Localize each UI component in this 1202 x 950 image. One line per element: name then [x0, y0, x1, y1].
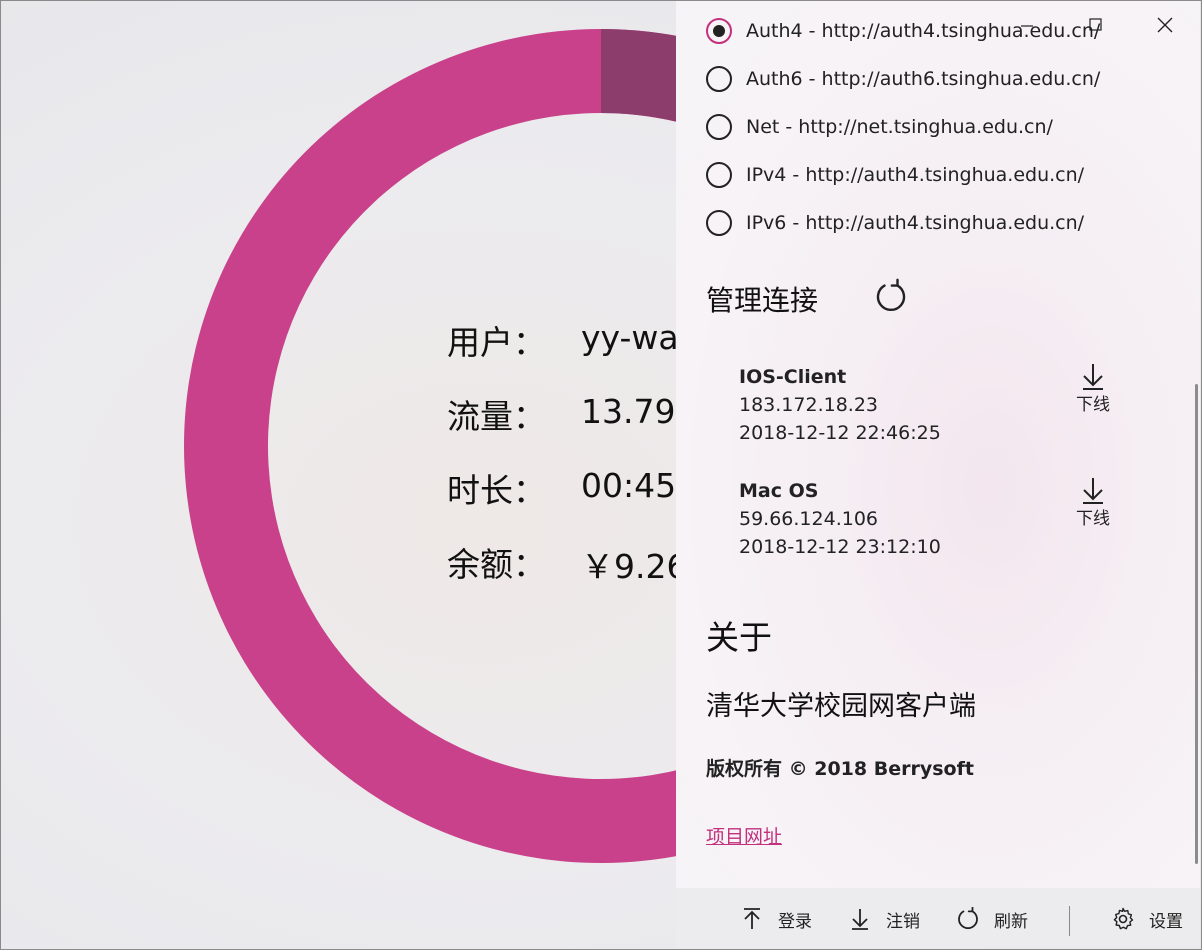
- connection-item-macos: Mac OS 59.66.124.106 2018-12-12 23:12:10: [739, 477, 941, 561]
- server-option-net[interactable]: Net - http://net.tsinghua.edu.cn/: [706, 111, 1053, 143]
- download-arrow-icon: [852, 909, 868, 930]
- offline-button-macos[interactable]: 下线: [1071, 476, 1115, 529]
- vertical-scrollbar[interactable]: [1195, 384, 1198, 864]
- server-option-ipv6[interactable]: IPv6 - http://auth4.tsinghua.edu.cn/: [706, 207, 1084, 239]
- radio-button-checked[interactable]: [706, 18, 732, 44]
- connection-ip: 183.172.18.23: [739, 394, 879, 416]
- radio-button[interactable]: [706, 210, 732, 236]
- offline-label: 下线: [1076, 395, 1110, 415]
- server-option-label: IPv4 - http://auth4.tsinghua.edu.cn/: [746, 164, 1085, 186]
- server-option-label: Auth6 - http://auth6.tsinghua.edu.cn/: [746, 68, 1101, 90]
- copyright-text: 版权所有 © 2018 Berrysoft: [706, 758, 974, 780]
- balance-label: 余额：: [447, 545, 546, 584]
- radio-button[interactable]: [706, 66, 732, 92]
- manage-connections-title: 管理连接: [706, 284, 819, 317]
- traffic-label: 流量：: [447, 397, 546, 436]
- refresh-connections-icon[interactable]: [872, 278, 910, 316]
- connection-name: Mac OS: [739, 480, 819, 502]
- command-bar: 登录 注销 刷新 设置: [676, 888, 1200, 948]
- project-url-link[interactable]: 项目网址: [706, 822, 782, 849]
- server-option-label: Auth4 - http://auth4.tsinghua.edu.cn/: [746, 20, 1101, 42]
- offline-label: 下线: [1076, 509, 1110, 529]
- server-option-label: Net - http://net.tsinghua.edu.cn/: [746, 116, 1053, 138]
- upload-arrow-icon: [744, 908, 760, 929]
- user-value: yy-wa: [581, 318, 676, 357]
- download-arrow-icon: [1083, 478, 1103, 504]
- traffic-value: 13.79: [581, 392, 676, 431]
- close-icon[interactable]: [1150, 10, 1180, 40]
- about-title: 关于: [706, 618, 772, 657]
- balance-value: ￥9.26: [581, 547, 676, 586]
- account-info: 用户： yy-wa 流量： 13.79 时长： 00:45: 余额： ￥9.26: [0, 0, 676, 950]
- settings-label: 设置: [1149, 911, 1183, 932]
- login-label: 登录: [778, 911, 812, 932]
- refresh-icon: [958, 907, 978, 930]
- server-option-auth6[interactable]: Auth6 - http://auth6.tsinghua.edu.cn/: [706, 63, 1100, 95]
- settings-button[interactable]: 设置: [1111, 904, 1183, 934]
- connection-time: 2018-12-12 23:12:10: [739, 536, 941, 558]
- connection-item-ios: IOS-Client 183.172.18.23 2018-12-12 22:4…: [739, 363, 941, 447]
- duration-label: 时长：: [447, 471, 546, 510]
- connection-name: IOS-Client: [739, 366, 847, 388]
- offline-button-ios[interactable]: 下线: [1071, 362, 1115, 415]
- server-option-ipv4[interactable]: IPv4 - http://auth4.tsinghua.edu.cn/: [706, 159, 1084, 191]
- connection-time: 2018-12-12 22:46:25: [739, 422, 941, 444]
- settings-pane: Auth4 - http://auth4.tsinghua.edu.cn/ Au…: [676, 0, 1200, 888]
- maximize-icon[interactable]: [1080, 10, 1110, 40]
- duration-value: 00:45:: [581, 466, 676, 505]
- minimize-icon[interactable]: [1012, 10, 1042, 40]
- radio-dot: [713, 25, 725, 37]
- radio-button[interactable]: [706, 114, 732, 140]
- logout-button[interactable]: 注销: [848, 904, 920, 934]
- user-label: 用户：: [447, 323, 546, 362]
- download-arrow-icon: [1083, 364, 1103, 390]
- refresh-label: 刷新: [994, 911, 1028, 932]
- refresh-button[interactable]: 刷新: [956, 904, 1028, 934]
- server-option-label: IPv6 - http://auth4.tsinghua.edu.cn/: [746, 212, 1085, 234]
- login-button[interactable]: 登录: [740, 904, 812, 934]
- connection-ip: 59.66.124.106: [739, 508, 879, 530]
- command-separator: [1069, 906, 1070, 936]
- gear-icon: [1113, 907, 1134, 930]
- logout-label: 注销: [886, 911, 920, 932]
- app-name: 清华大学校园网客户端: [706, 691, 976, 722]
- radio-button[interactable]: [706, 162, 732, 188]
